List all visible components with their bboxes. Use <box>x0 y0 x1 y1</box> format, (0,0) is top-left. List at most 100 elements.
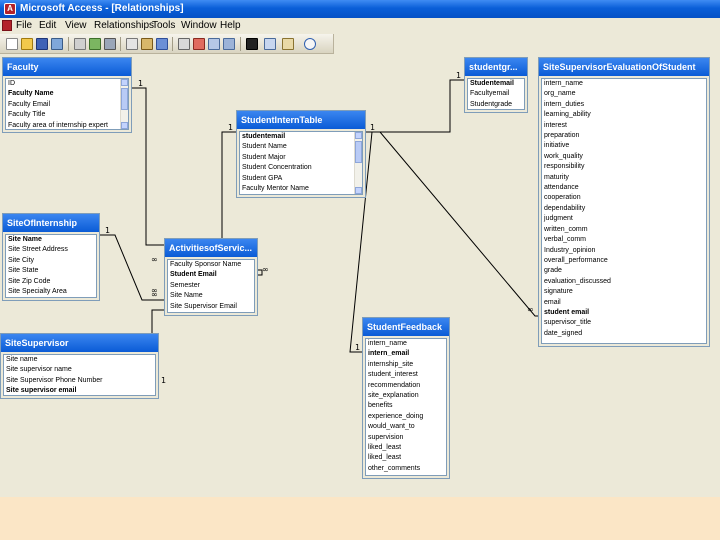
table-field[interactable]: experience_doing <box>366 412 446 422</box>
table-field[interactable]: Faculty Email <box>6 100 128 110</box>
table-field[interactable]: Student Concentration <box>240 163 362 173</box>
save-icon[interactable] <box>36 38 48 50</box>
delete-icon[interactable] <box>246 38 258 50</box>
table-field[interactable]: Semester <box>168 281 254 291</box>
table-title-site-supervisor-evaluation[interactable]: SiteSupervisorEvaluationOfStudent <box>539 58 709 76</box>
paste-icon[interactable] <box>141 38 153 50</box>
table-field[interactable]: other_comments <box>366 464 446 474</box>
table-field[interactable]: org_name <box>542 89 706 99</box>
table-field[interactable]: internship_site <box>366 360 446 370</box>
table-field[interactable]: evaluation_discussed <box>542 277 706 287</box>
table-field[interactable]: work_quality <box>542 152 706 162</box>
table-field[interactable]: overall_performance <box>542 256 706 266</box>
help-icon[interactable] <box>304 38 316 50</box>
table-field[interactable]: Faculty Title <box>6 110 128 120</box>
menu-help[interactable]: Help <box>220 20 241 32</box>
table-field[interactable]: judgment <box>542 214 706 224</box>
table-field[interactable]: responsibility <box>542 162 706 172</box>
table-activities-of-service[interactable]: ActivitiesofServic... Faculty Sponsor Na… <box>164 238 258 316</box>
show-table-icon[interactable] <box>178 38 190 50</box>
table-title-faculty[interactable]: Faculty <box>3 58 131 76</box>
table-field[interactable]: attendance <box>542 183 706 193</box>
new-object-icon[interactable] <box>282 38 294 50</box>
table-field[interactable]: studentemail <box>240 132 362 142</box>
table-field[interactable]: intern_email <box>366 349 446 359</box>
table-field[interactable]: cooperation <box>542 193 706 203</box>
table-field[interactable]: benefits <box>366 401 446 411</box>
show-direct-icon[interactable] <box>208 38 220 50</box>
table-field[interactable]: Site name <box>4 355 155 365</box>
clear-layout-icon[interactable] <box>193 38 205 50</box>
menu-file[interactable]: File <box>16 20 32 32</box>
table-field[interactable]: written_comm <box>542 225 706 235</box>
table-field[interactable]: intern_name <box>366 339 446 349</box>
table-field[interactable]: Studentemail <box>468 79 524 89</box>
new-icon[interactable] <box>6 38 18 50</box>
relationships-doc-icon[interactable] <box>2 20 12 31</box>
table-field[interactable]: student email <box>542 308 706 318</box>
table-title-student-feedback[interactable]: StudentFeedback <box>363 318 449 336</box>
table-field[interactable]: Student Major <box>240 153 362 163</box>
table-field[interactable]: interest <box>542 121 706 131</box>
table-title-student-intern[interactable]: StudentInternTable <box>237 111 365 129</box>
table-field[interactable]: maturity <box>542 173 706 183</box>
table-faculty[interactable]: Faculty ID Faculty Name Faculty Email Facul… <box>2 57 132 133</box>
table-field[interactable]: Site Specialty Area <box>6 287 96 297</box>
menu-window[interactable]: Window <box>181 20 217 32</box>
open-icon[interactable] <box>21 38 33 50</box>
vertical-scrollbar[interactable] <box>354 132 362 194</box>
table-field[interactable]: Faculty area of internship expert <box>6 121 128 129</box>
table-site-of-internship[interactable]: SiteOfInternship Site Name Site Street Ad… <box>2 213 100 301</box>
table-field[interactable]: Site supervisor email <box>4 386 155 395</box>
table-field[interactable]: signature <box>542 287 706 297</box>
table-field[interactable]: supervisor_title <box>542 318 706 328</box>
menu-edit[interactable]: Edit <box>39 20 56 32</box>
table-field[interactable]: Site Zip Code <box>6 277 96 287</box>
table-field[interactable]: initiative <box>542 141 706 151</box>
table-site-supervisor[interactable]: SiteSupervisor Site name Site supervisor … <box>0 333 159 399</box>
vertical-scrollbar[interactable] <box>120 79 128 129</box>
table-field[interactable]: grade <box>542 266 706 276</box>
table-field[interactable]: Faculty Mentor Name <box>240 184 362 194</box>
table-field[interactable]: verbal_comm <box>542 235 706 245</box>
table-field[interactable]: intern_duties <box>542 100 706 110</box>
table-site-supervisor-evaluation[interactable]: SiteSupervisorEvaluationOfStudent intern… <box>538 57 710 347</box>
table-field[interactable]: student_interest <box>366 370 446 380</box>
table-field[interactable]: Facultyemail <box>468 89 524 99</box>
table-field[interactable]: Student GPA <box>240 174 362 184</box>
print-preview-icon[interactable] <box>51 38 63 50</box>
table-field[interactable]: Site supervisor name <box>4 365 155 375</box>
table-field[interactable]: Site Name <box>6 235 96 245</box>
table-title-activities-of-service[interactable]: ActivitiesofServic... <box>165 239 257 257</box>
access-app-icon[interactable]: A <box>4 3 16 15</box>
table-field[interactable]: supervision <box>366 433 446 443</box>
table-field[interactable]: Site Supervisor Email <box>168 302 254 312</box>
spell-check-icon[interactable] <box>89 38 101 50</box>
table-title-student-grade[interactable]: studentgr... <box>465 58 527 76</box>
table-student-grade[interactable]: studentgr... Studentemail Facultyemail Stu… <box>464 57 528 113</box>
table-field[interactable]: Site City <box>6 256 96 266</box>
table-field[interactable]: would_want_to <box>366 422 446 432</box>
table-student-intern[interactable]: StudentInternTable studentemail Student N… <box>236 110 366 198</box>
table-field[interactable]: recommendation <box>366 381 446 391</box>
table-field[interactable]: ID <box>6 79 128 89</box>
table-field[interactable]: dependability <box>542 204 706 214</box>
table-field[interactable]: Site Name <box>168 291 254 301</box>
table-title-site-of-internship[interactable]: SiteOfInternship <box>3 214 99 232</box>
show-all-icon[interactable] <box>223 38 235 50</box>
cut-icon[interactable] <box>104 38 116 50</box>
table-field[interactable]: email <box>542 298 706 308</box>
table-field[interactable]: liked_least <box>366 443 446 453</box>
table-title-site-supervisor[interactable]: SiteSupervisor <box>1 334 158 352</box>
table-field[interactable]: Student Email <box>168 270 254 280</box>
table-field[interactable]: Faculty Sponsor Name <box>168 260 254 270</box>
table-field[interactable]: liked_least <box>366 453 446 463</box>
table-student-feedback[interactable]: StudentFeedback intern_name intern_email i… <box>362 317 450 479</box>
print-icon[interactable] <box>74 38 86 50</box>
table-field[interactable]: intern_name <box>542 79 706 89</box>
table-field[interactable]: Student Name <box>240 142 362 152</box>
database-window-icon[interactable] <box>264 38 276 50</box>
menu-tools[interactable]: Tools <box>152 20 175 32</box>
table-field[interactable]: preparation <box>542 131 706 141</box>
table-field[interactable]: Faculty Name <box>6 89 128 99</box>
